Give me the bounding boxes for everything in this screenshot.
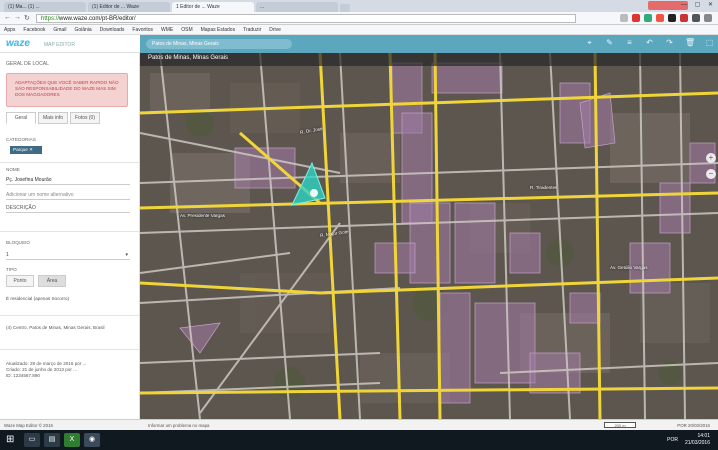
- bookmark[interactable]: Traduzir: [243, 25, 261, 34]
- bookmark[interactable]: OSM: [181, 25, 192, 34]
- map-scale: 200 m: [604, 422, 636, 428]
- extension-icon[interactable]: [668, 14, 676, 22]
- street-label: Av. Presidente Vargas: [180, 213, 225, 218]
- gmail-extension-icon[interactable]: [632, 14, 640, 22]
- edit-panel: GERAL DE LOCAL ADAPTAÇÕES QUE VOCÊ SABER…: [0, 53, 140, 419]
- panel-title: GERAL DE LOCAL: [6, 61, 49, 67]
- status-left: Waze Map Editor © 2016: [4, 423, 53, 428]
- place-icon[interactable]: ⌖: [585, 38, 594, 47]
- bookmark[interactable]: Apps: [4, 25, 15, 34]
- lock-select[interactable]: 1 ▾: [6, 250, 130, 260]
- type-point-button[interactable]: Ponto: [6, 275, 34, 287]
- map-toolbar: Patos de Minas, Minas Gerais ⌖ ✎ ≡ ↶ ↷ 🗑…: [140, 35, 718, 53]
- lock-value: 1: [6, 252, 9, 258]
- undo-icon[interactable]: ↶: [645, 38, 654, 47]
- type-area-button[interactable]: Área: [38, 275, 66, 287]
- name-label: NOME: [6, 167, 20, 172]
- browser-tab[interactable]: (1) Ma... (1) ...: [4, 2, 86, 12]
- divider: [0, 231, 139, 232]
- os-taskbar: ⊞ ▭ ▤ X ◉ POR 14:01 21/03/2016: [0, 430, 718, 450]
- save-icon[interactable]: ⬚: [705, 38, 714, 47]
- search-icon[interactable]: ▭: [24, 433, 40, 447]
- alt-name-input[interactable]: Adicionar um nome alternativo: [6, 190, 130, 200]
- excel-icon[interactable]: X: [64, 433, 80, 447]
- star-icon[interactable]: [620, 14, 628, 22]
- clock-time: 14:01: [697, 433, 710, 439]
- window-controls[interactable]: — ▢ ✕: [681, 1, 716, 8]
- windows-start-icon[interactable]: ⊞: [6, 435, 16, 445]
- browser-tab[interactable]: ...: [256, 2, 338, 12]
- bookmark[interactable]: Facebook: [23, 25, 45, 34]
- name-input[interactable]: Pç. Josefina Mourão: [6, 175, 130, 185]
- divider: [0, 315, 139, 316]
- browser-tab[interactable]: (1) Editor de ... Waze: [88, 2, 170, 12]
- zoom-out-button[interactable]: −: [706, 169, 716, 179]
- folder-icon[interactable]: ▤: [44, 433, 60, 447]
- url-secure-prefix: https://: [41, 16, 60, 22]
- browser-tab-active[interactable]: 1 Editor de ... Waze: [172, 2, 254, 12]
- taskbar-apps: ▭ ▤ X ◉: [24, 433, 100, 447]
- location-search[interactable]: Patos de Minas, Minas Gerais: [146, 39, 292, 49]
- bookmark[interactable]: Mapas Estados: [201, 25, 235, 34]
- system-clock[interactable]: 14:01 21/03/2016: [685, 433, 710, 447]
- status-bar: Waze Map Editor © 2016 Informar um probl…: [0, 419, 718, 430]
- url-input[interactable]: https://www.waze.com/pt-BR/editor/: [36, 14, 576, 23]
- address-bar-row: ← → ↻ https://www.waze.com/pt-BR/editor/: [0, 12, 718, 25]
- bookmark[interactable]: Downloads: [100, 25, 125, 34]
- map-title-bar: Patos de Minas, Minas Gerais: [140, 53, 718, 66]
- chrome-icon[interactable]: ◉: [84, 433, 100, 447]
- bookmarks-bar: Apps Facebook Gmail Goiânia Downloads Fa…: [0, 25, 718, 35]
- bookmark[interactable]: Drive: [269, 25, 281, 34]
- update-info: Atualizado: 28 de março de 2016 por ... …: [6, 361, 87, 378]
- category-chip[interactable]: Parque ✕: [10, 146, 42, 154]
- panel-tabs: Geral Mais info Fotos (0): [6, 112, 100, 124]
- type-label: TIPO: [6, 267, 17, 272]
- address-text: (4) Centro, Patos de Minas, Minas Gerais…: [6, 325, 105, 330]
- keyboard-language[interactable]: POR: [667, 437, 678, 443]
- zoom-in-button[interactable]: +: [706, 153, 716, 163]
- divider: [0, 349, 139, 350]
- tab-more-info[interactable]: Mais info: [38, 112, 68, 124]
- reload-icon[interactable]: ↻: [24, 14, 30, 22]
- clock-date: 21/03/2016: [684, 440, 710, 446]
- draw-icon[interactable]: ✎: [605, 38, 614, 47]
- extension-icon[interactable]: [656, 14, 664, 22]
- description-input[interactable]: DESCRIÇÃO: [6, 203, 130, 213]
- satellite-map: [140, 53, 718, 419]
- warning-alert: ADAPTAÇÕES QUE VOCÊ SABER RAPIDO NÃO SÃO…: [6, 73, 128, 107]
- forward-icon[interactable]: →: [14, 14, 21, 21]
- delete-icon[interactable]: 🗑: [685, 38, 695, 47]
- layers-icon[interactable]: ≡: [625, 38, 634, 47]
- extension-icon[interactable]: [644, 14, 652, 22]
- tab-photos[interactable]: Fotos (0): [70, 112, 100, 124]
- bookmark[interactable]: Favoritos: [132, 25, 153, 34]
- street-label: Av. Getúlio Vargas: [610, 265, 648, 270]
- browser-tab-strip: (1) Ma... (1) ... (1) Editor de ... Waze…: [0, 0, 718, 12]
- new-tab-button[interactable]: [340, 4, 350, 12]
- redo-icon[interactable]: ↷: [665, 38, 674, 47]
- bookmark[interactable]: Goiânia: [74, 25, 91, 34]
- chevron-down-icon: ▾: [125, 252, 128, 258]
- menu-icon[interactable]: [704, 14, 712, 22]
- extension-icons: [620, 14, 712, 22]
- toolbar-icons: ⌖ ✎ ≡ ↶ ↷ 🗑 ⬚: [585, 38, 714, 47]
- map-title: Patos de Minas, Minas Gerais: [148, 55, 229, 61]
- residential-checkbox[interactable]: É residencial (apenas Socorro): [6, 296, 130, 302]
- divider: [0, 162, 139, 163]
- extension-icon[interactable]: [692, 14, 700, 22]
- waze-logo[interactable]: waze: [6, 38, 30, 49]
- map-canvas[interactable]: Patos de Minas, Minas Gerais R. Dr. José…: [140, 53, 718, 419]
- back-icon[interactable]: ←: [4, 14, 11, 21]
- bookmark[interactable]: Gmail: [53, 25, 66, 34]
- bookmark[interactable]: WME: [161, 25, 173, 34]
- logo-subtitle: MAP EDITOR: [44, 42, 75, 48]
- categories-label: CATEGORIAS: [6, 137, 36, 142]
- tab-general[interactable]: Geral: [6, 112, 36, 124]
- url-text: www.waze.com/pt-BR/editor/: [59, 16, 136, 22]
- street-label: R. Tiradentes: [530, 185, 558, 190]
- zoom-controls: + −: [706, 153, 716, 203]
- lock-label: BLOQUEIO: [6, 240, 30, 245]
- extension-icon[interactable]: [680, 14, 688, 22]
